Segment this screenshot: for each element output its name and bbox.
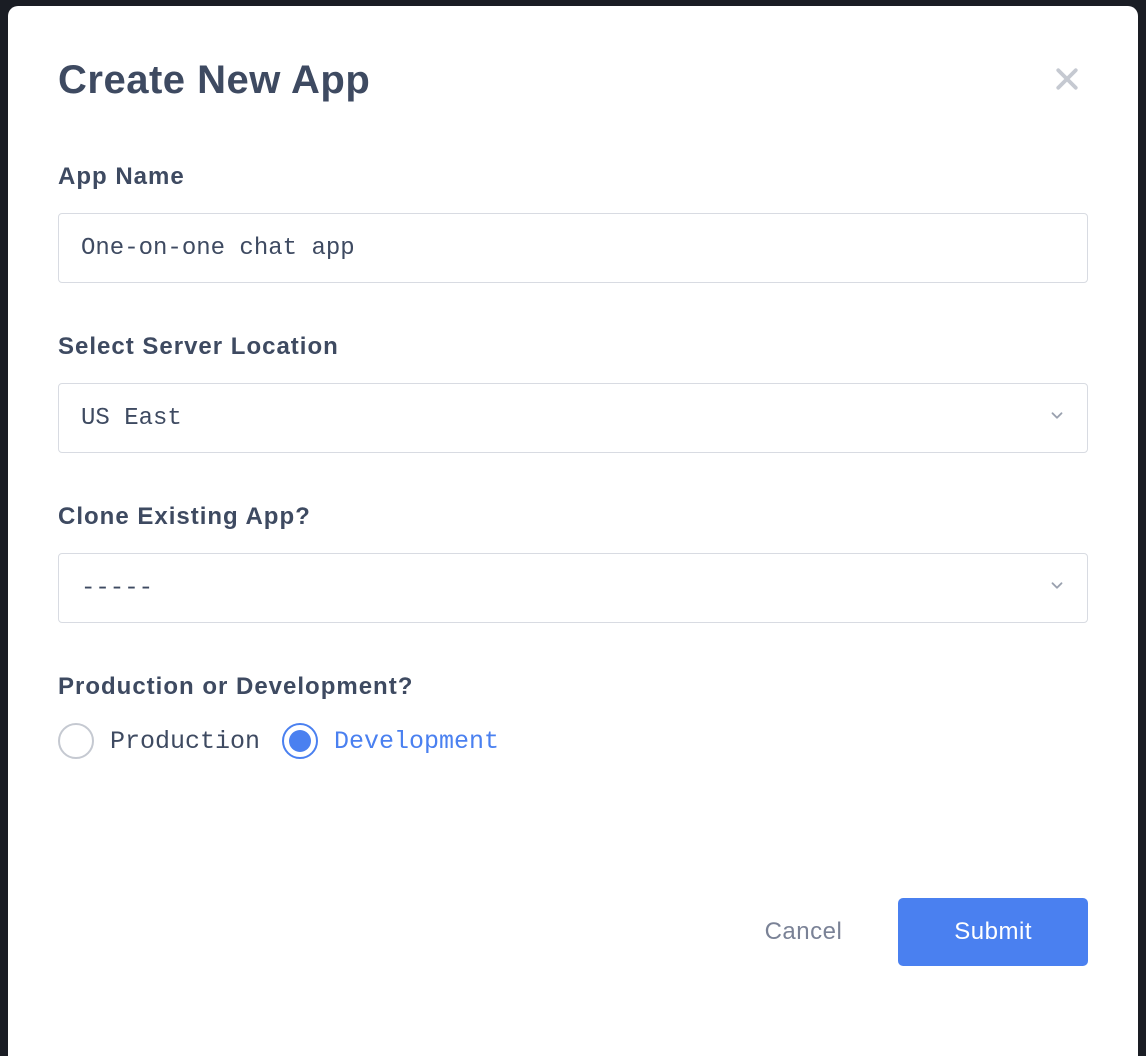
clone-app-value: ----- [81,575,153,602]
env-label: Production or Development? [58,673,1088,701]
radio-dot-icon [289,730,311,752]
radio-circle-icon [58,723,94,759]
server-location-value: US East [81,405,182,432]
app-name-field-group: App Name [58,163,1088,283]
close-button[interactable] [1048,60,1086,103]
modal-header: Create New App [58,58,1088,103]
env-radio-row: Production Development [58,723,1088,759]
clone-app-select-wrap: ----- [58,553,1088,623]
production-radio[interactable]: Production [58,723,260,759]
close-icon [1052,64,1082,99]
cancel-button[interactable]: Cancel [765,918,843,946]
app-name-input[interactable] [58,213,1088,283]
server-location-label: Select Server Location [58,333,1088,361]
server-location-select[interactable]: US East [58,383,1088,453]
create-app-modal: Create New App App Name Select Server Lo… [8,6,1138,1056]
server-location-field-group: Select Server Location US East [58,333,1088,453]
clone-app-label: Clone Existing App? [58,503,1088,531]
modal-backdrop: Create New App App Name Select Server Lo… [0,0,1146,1056]
server-location-select-wrap: US East [58,383,1088,453]
modal-footer: Cancel Submit [58,898,1088,1006]
env-field-group: Production or Development? Production De… [58,673,1088,759]
app-name-label: App Name [58,163,1088,191]
modal-title: Create New App [58,58,370,103]
development-radio[interactable]: Development [282,723,499,759]
development-radio-label: Development [334,727,499,756]
clone-app-field-group: Clone Existing App? ----- [58,503,1088,623]
radio-circle-selected-icon [282,723,318,759]
submit-button[interactable]: Submit [898,898,1088,966]
clone-app-select[interactable]: ----- [58,553,1088,623]
production-radio-label: Production [110,727,260,756]
